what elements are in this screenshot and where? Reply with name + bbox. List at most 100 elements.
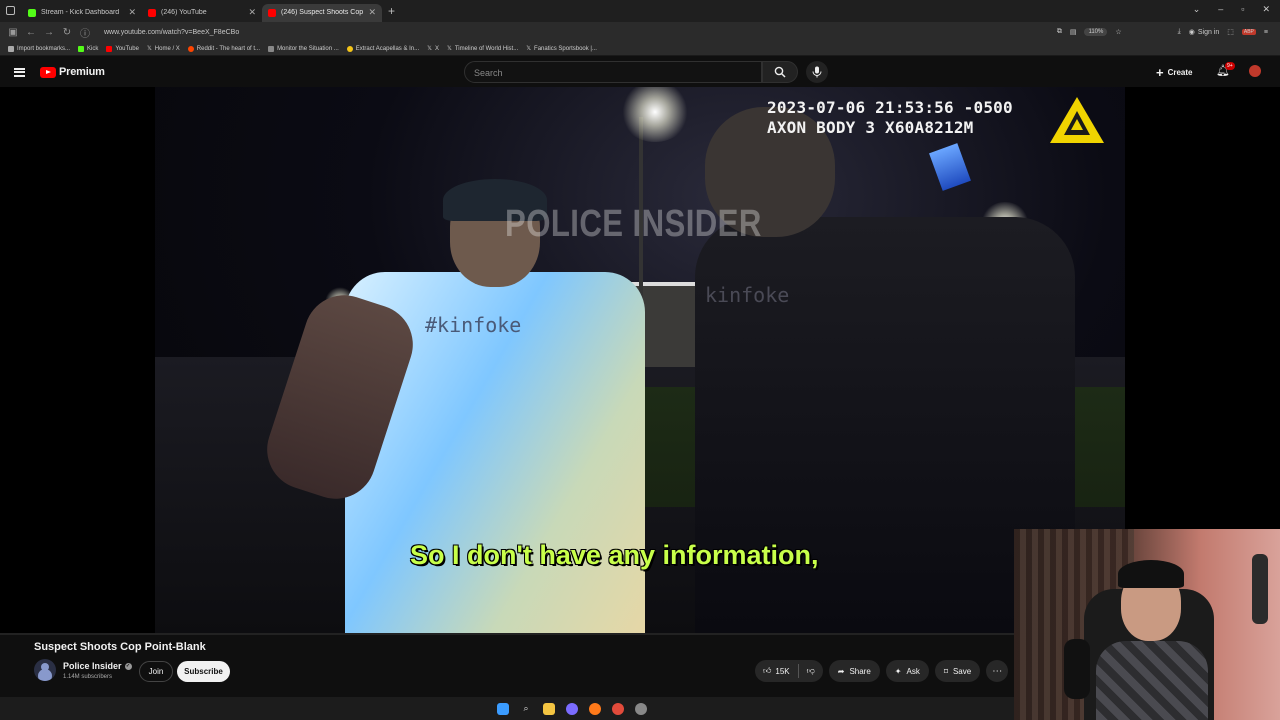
ask-button[interactable]: ✦ Ask — [885, 660, 929, 682]
save-label: Save — [952, 666, 972, 676]
firefox-icon[interactable] — [589, 702, 601, 715]
download-icon[interactable]: ⤓ — [1178, 28, 1181, 36]
close-tab-icon[interactable]: ✕ — [248, 7, 256, 18]
youtube-play-icon — [40, 66, 56, 78]
share-button[interactable]: ➦ Share — [828, 660, 880, 682]
search-icon[interactable]: ⌕ — [520, 703, 532, 715]
bookmark-item[interactable]: 𝕏X — [427, 45, 439, 53]
tab-kick-dashboard[interactable]: Stream - Kick Dashboard ✕ — [22, 4, 142, 22]
search-input[interactable]: Search — [464, 61, 762, 83]
notification-badge: 9+ — [1225, 62, 1235, 70]
url-field[interactable]: www.youtube.com/watch?v=BeeX_F8eCBo — [104, 29, 1057, 36]
tab-list-chevron-icon[interactable]: ⌄ — [1193, 4, 1201, 15]
bookmark-item[interactable]: 𝕏 Home / X — [146, 45, 180, 53]
kick-favicon-icon — [28, 8, 36, 17]
bookmark-label: Home / X — [154, 45, 180, 52]
youtube-header: Premium Search + Create 🔔︎ 9+ — [0, 57, 1280, 87]
create-button[interactable]: + Create — [1156, 65, 1193, 80]
youtube-logo[interactable]: Premium — [40, 66, 105, 78]
bookmark-icon: ⌑ — [943, 666, 948, 676]
plus-icon: + — [1156, 65, 1164, 80]
join-button[interactable]: Join — [139, 661, 173, 682]
bookmark-item[interactable]: YouTube — [106, 45, 139, 52]
screenshot-icon[interactable]: ⧉ — [1057, 28, 1062, 36]
app-icon[interactable] — [566, 702, 578, 715]
bookmark-label: Monitor the Situation ... — [277, 45, 339, 52]
file-explorer-icon[interactable] — [543, 702, 555, 715]
x-logo-icon: 𝕏 — [526, 46, 532, 52]
bookmark-item[interactable]: Import bookmarks... — [8, 45, 70, 52]
bookmark-item[interactable]: Monitor the Situation ... — [268, 45, 339, 52]
bookmark-item[interactable]: Kick — [78, 45, 99, 52]
tab-menu-icon[interactable] — [6, 6, 15, 15]
menu-icon[interactable]: ≡ — [1264, 29, 1268, 36]
bookmark-label: Timeline of World Hist... — [454, 45, 519, 52]
dislike-button[interactable]: 👎︎ — [799, 660, 823, 682]
bookmark-label: Kick — [87, 45, 99, 52]
voice-search-button[interactable] — [806, 61, 828, 83]
channel-avatar[interactable] — [34, 659, 56, 681]
bookmark-item[interactable]: 𝕏 Fanatics Sportsbook |... — [526, 45, 597, 53]
brand-label: Premium — [59, 66, 105, 78]
search-button[interactable] — [762, 61, 798, 83]
video-title: Suspect Shoots Cop Point-Blank — [34, 641, 206, 653]
close-tab-icon[interactable]: ✕ — [368, 7, 376, 18]
channel-name[interactable]: Police Insider ✓ — [63, 661, 132, 671]
back-icon[interactable]: ← — [26, 27, 36, 38]
bookmark-label: YouTube — [115, 45, 139, 52]
like-dislike-group: 👍︎ 15K 👎︎ — [755, 660, 823, 682]
sidebar-toggle-icon[interactable]: ▣ — [8, 27, 18, 38]
hamburger-menu-icon[interactable] — [14, 67, 25, 77]
video-progress-bar[interactable] — [0, 633, 1014, 635]
account-icon: ◉ — [1188, 29, 1195, 36]
close-tab-icon[interactable]: ✕ — [128, 7, 136, 18]
timestamp-line: 2023-07-06 21:53:56 -0500 — [767, 98, 1013, 117]
x-logo-icon: 𝕏 — [146, 46, 152, 52]
save-button[interactable]: ⌑ Save — [934, 660, 981, 682]
site-info-icon[interactable]: ⓘ — [80, 25, 90, 40]
ask-label: Ask — [906, 666, 920, 676]
video-frame[interactable]: #kinfoke kinfoke POLICE INSIDER 2023-07-… — [155, 87, 1125, 633]
new-tab-button[interactable]: + — [388, 4, 395, 18]
forward-icon[interactable]: → — [44, 27, 54, 38]
window-controls: ⌄ – ▫ ✕ — [1193, 4, 1270, 15]
bookmarks-bar: Import bookmarks... Kick YouTube 𝕏 Home /… — [0, 42, 1280, 56]
close-window-icon[interactable]: ✕ — [1262, 4, 1270, 15]
sign-in-button[interactable]: ◉ Sign in — [1188, 28, 1220, 37]
extensions-icon[interactable]: ⬚ — [1227, 28, 1234, 36]
user-avatar[interactable] — [1249, 65, 1261, 77]
bookmark-item[interactable]: Reddit - The heart of t... — [187, 45, 260, 52]
browser-tab-bar: Stream - Kick Dashboard ✕ (246) YouTube … — [0, 0, 1280, 22]
channel-watermark: POLICE INSIDER — [505, 203, 762, 245]
settings-icon[interactable] — [635, 702, 647, 715]
like-button[interactable]: 👍︎ 15K — [755, 660, 798, 682]
bookmark-item[interactable]: 𝕏 Timeline of World Hist... — [447, 45, 519, 53]
tab-youtube-video[interactable]: (246) Suspect Shoots Cop P... ✕ — [262, 3, 382, 22]
chrome-icon[interactable] — [612, 702, 624, 715]
verified-icon: ✓ — [124, 662, 132, 670]
microphone-icon — [812, 66, 822, 78]
os-taskbar: ⌕ — [0, 697, 1014, 720]
sparkle-icon: ✦ — [894, 666, 902, 676]
minimize-icon[interactable]: – — [1218, 4, 1223, 15]
webcam-guitar — [1252, 554, 1268, 624]
bodycam-timestamp: 2023-07-06 21:53:56 -0500 AXON BODY 3 X6… — [767, 98, 1013, 138]
thumbs-up-icon: 👍︎ — [763, 666, 772, 675]
extension-badge-icon[interactable]: ABP — [1241, 29, 1256, 35]
youtube-favicon-icon — [148, 8, 156, 17]
subscriber-count: 1.14M subscribers — [63, 674, 113, 680]
subscribe-button[interactable]: Subscribe — [177, 661, 230, 682]
reload-icon[interactable]: ↻ — [62, 27, 72, 38]
maximize-icon[interactable]: ▫ — [1241, 4, 1244, 15]
shirt-text: kinfoke — [705, 283, 790, 307]
webcam-person-cap — [1118, 560, 1184, 588]
device-id-line: AXON BODY 3 X60A8212M — [767, 118, 974, 137]
bookmark-star-icon[interactable]: ☆ — [1115, 28, 1121, 36]
zoom-level[interactable]: 110% — [1084, 28, 1108, 36]
more-actions-button[interactable]: ⋯ — [986, 660, 1009, 682]
bookmark-item[interactable]: Extract Acapellas & In... — [346, 45, 419, 52]
windows-start-icon[interactable] — [497, 702, 509, 715]
tab-youtube-home[interactable]: (246) YouTube ✕ — [142, 4, 262, 22]
reader-icon[interactable]: ▤ — [1070, 28, 1077, 36]
acapella-icon — [346, 45, 353, 52]
